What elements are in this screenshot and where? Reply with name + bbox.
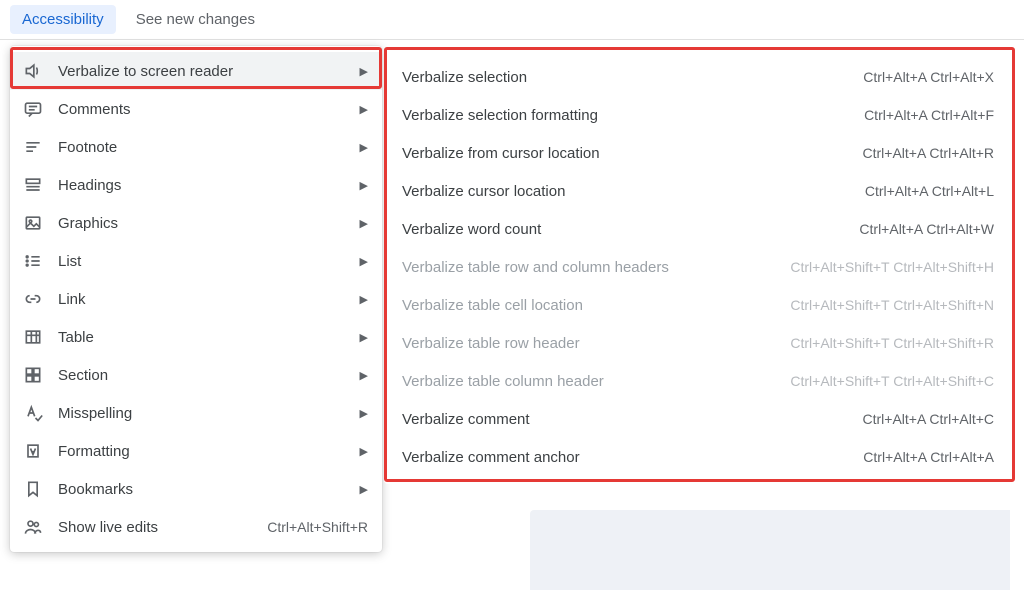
menubar: Accessibility See new changes bbox=[0, 0, 1024, 40]
menu-item-label: Misspelling bbox=[58, 405, 350, 422]
link-icon bbox=[22, 288, 44, 310]
menu-item-comments[interactable]: Comments ▶ bbox=[10, 90, 382, 128]
menu-item-headings[interactable]: Headings ▶ bbox=[10, 166, 382, 204]
submenu-item-verbalize-comment[interactable]: Verbalize comment Ctrl+Alt+A Ctrl+Alt+C bbox=[384, 400, 1012, 438]
document-canvas-area bbox=[530, 510, 1010, 590]
comment-icon bbox=[22, 98, 44, 120]
submenu-item-shortcut: Ctrl+Alt+A Ctrl+Alt+R bbox=[863, 145, 995, 161]
submenu-item-verbalize-selection[interactable]: Verbalize selection Ctrl+Alt+A Ctrl+Alt+… bbox=[384, 58, 1012, 96]
list-icon bbox=[22, 250, 44, 272]
submenu-item-shortcut: Ctrl+Alt+Shift+T Ctrl+Alt+Shift+H bbox=[790, 259, 994, 275]
submenu-item-label: Verbalize from cursor location bbox=[402, 145, 863, 162]
submenu-item-label: Verbalize table column header bbox=[402, 373, 790, 390]
chevron-right-icon: ▶ bbox=[358, 65, 368, 78]
menu-item-misspelling[interactable]: Misspelling ▶ bbox=[10, 394, 382, 432]
table-icon bbox=[22, 326, 44, 348]
submenu-item-verbalize-from-cursor[interactable]: Verbalize from cursor location Ctrl+Alt+… bbox=[384, 134, 1012, 172]
menu-item-label: Graphics bbox=[58, 215, 350, 232]
menu-item-shortcut: Ctrl+Alt+Shift+R bbox=[267, 519, 368, 535]
menu-item-show-live-edits[interactable]: Show live edits Ctrl+Alt+Shift+R bbox=[10, 508, 382, 546]
speaker-icon bbox=[22, 60, 44, 82]
chevron-right-icon: ▶ bbox=[358, 369, 368, 382]
menu-item-label: Comments bbox=[58, 101, 350, 118]
submenu-item-verbalize-table-column-header: Verbalize table column header Ctrl+Alt+S… bbox=[384, 362, 1012, 400]
menu-item-label: Section bbox=[58, 367, 350, 384]
menu-item-verbalize-to-screen-reader[interactable]: Verbalize to screen reader ▶ bbox=[10, 52, 382, 90]
menu-item-list[interactable]: List ▶ bbox=[10, 242, 382, 280]
submenu-item-shortcut: Ctrl+Alt+Shift+T Ctrl+Alt+Shift+C bbox=[790, 373, 994, 389]
chevron-right-icon: ▶ bbox=[358, 445, 368, 458]
chevron-right-icon: ▶ bbox=[358, 331, 368, 344]
headings-icon bbox=[22, 174, 44, 196]
formatting-icon bbox=[22, 440, 44, 462]
submenu-item-shortcut: Ctrl+Alt+A Ctrl+Alt+L bbox=[865, 183, 994, 199]
image-icon bbox=[22, 212, 44, 234]
submenu-item-label: Verbalize selection bbox=[402, 69, 863, 86]
menu-item-table[interactable]: Table ▶ bbox=[10, 318, 382, 356]
menu-item-bookmarks[interactable]: Bookmarks ▶ bbox=[10, 470, 382, 508]
menu-accessibility[interactable]: Accessibility bbox=[10, 5, 116, 34]
menu-item-link[interactable]: Link ▶ bbox=[10, 280, 382, 318]
submenu-item-verbalize-table-row-header: Verbalize table row header Ctrl+Alt+Shif… bbox=[384, 324, 1012, 362]
submenu-item-verbalize-table-cell-location: Verbalize table cell location Ctrl+Alt+S… bbox=[384, 286, 1012, 324]
submenu-item-label: Verbalize table row and column headers bbox=[402, 259, 790, 276]
submenu-item-verbalize-cursor-location[interactable]: Verbalize cursor location Ctrl+Alt+A Ctr… bbox=[384, 172, 1012, 210]
menu-item-formatting[interactable]: Formatting ▶ bbox=[10, 432, 382, 470]
chevron-right-icon: ▶ bbox=[358, 217, 368, 230]
chevron-right-icon: ▶ bbox=[358, 407, 368, 420]
footnote-icon bbox=[22, 136, 44, 158]
submenu-item-verbalize-selection-formatting[interactable]: Verbalize selection formatting Ctrl+Alt+… bbox=[384, 96, 1012, 134]
submenu-item-label: Verbalize word count bbox=[402, 221, 859, 238]
submenu-item-shortcut: Ctrl+Alt+A Ctrl+Alt+F bbox=[864, 107, 994, 123]
menu-item-section[interactable]: Section ▶ bbox=[10, 356, 382, 394]
menu-item-label: Formatting bbox=[58, 443, 350, 460]
submenu-item-verbalize-word-count[interactable]: Verbalize word count Ctrl+Alt+A Ctrl+Alt… bbox=[384, 210, 1012, 248]
bookmark-icon bbox=[22, 478, 44, 500]
submenu-item-label: Verbalize comment bbox=[402, 411, 863, 428]
menu-item-label: Bookmarks bbox=[58, 481, 350, 498]
submenu-item-label: Verbalize selection formatting bbox=[402, 107, 864, 124]
submenu-item-verbalize-comment-anchor[interactable]: Verbalize comment anchor Ctrl+Alt+A Ctrl… bbox=[384, 438, 1012, 476]
submenu-item-shortcut: Ctrl+Alt+A Ctrl+Alt+C bbox=[863, 411, 995, 427]
menu-item-label: Link bbox=[58, 291, 350, 308]
submenu-item-shortcut: Ctrl+Alt+Shift+T Ctrl+Alt+Shift+R bbox=[790, 335, 994, 351]
accessibility-menu: Verbalize to screen reader ▶ Comments ▶ … bbox=[10, 46, 382, 552]
menu-item-label: Table bbox=[58, 329, 350, 346]
submenu-item-shortcut: Ctrl+Alt+A Ctrl+Alt+A bbox=[863, 449, 994, 465]
submenu-item-label: Verbalize cursor location bbox=[402, 183, 865, 200]
chevron-right-icon: ▶ bbox=[358, 141, 368, 154]
submenu-item-label: Verbalize comment anchor bbox=[402, 449, 863, 466]
menu-item-label: List bbox=[58, 253, 350, 270]
menu-item-graphics[interactable]: Graphics ▶ bbox=[10, 204, 382, 242]
menu-item-footnote[interactable]: Footnote ▶ bbox=[10, 128, 382, 166]
menu-item-label: Show live edits bbox=[58, 519, 257, 536]
menu-item-label: Footnote bbox=[58, 139, 350, 156]
submenu-item-label: Verbalize table row header bbox=[402, 335, 790, 352]
submenu-item-verbalize-table-headers: Verbalize table row and column headers C… bbox=[384, 248, 1012, 286]
chevron-right-icon: ▶ bbox=[358, 483, 368, 496]
menu-see-new-changes[interactable]: See new changes bbox=[124, 5, 267, 34]
submenu-item-shortcut: Ctrl+Alt+A Ctrl+Alt+W bbox=[859, 221, 994, 237]
chevron-right-icon: ▶ bbox=[358, 255, 368, 268]
people-icon bbox=[22, 516, 44, 538]
menu-item-label: Headings bbox=[58, 177, 350, 194]
submenu-item-shortcut: Ctrl+Alt+Shift+T Ctrl+Alt+Shift+N bbox=[790, 297, 994, 313]
submenu-item-shortcut: Ctrl+Alt+A Ctrl+Alt+X bbox=[863, 69, 994, 85]
spellcheck-icon bbox=[22, 402, 44, 424]
section-icon bbox=[22, 364, 44, 386]
chevron-right-icon: ▶ bbox=[358, 103, 368, 116]
menu-item-label: Verbalize to screen reader bbox=[58, 63, 350, 80]
chevron-right-icon: ▶ bbox=[358, 293, 368, 306]
submenu-item-label: Verbalize table cell location bbox=[402, 297, 790, 314]
chevron-right-icon: ▶ bbox=[358, 179, 368, 192]
verbalize-submenu: Verbalize selection Ctrl+Alt+A Ctrl+Alt+… bbox=[384, 50, 1012, 484]
